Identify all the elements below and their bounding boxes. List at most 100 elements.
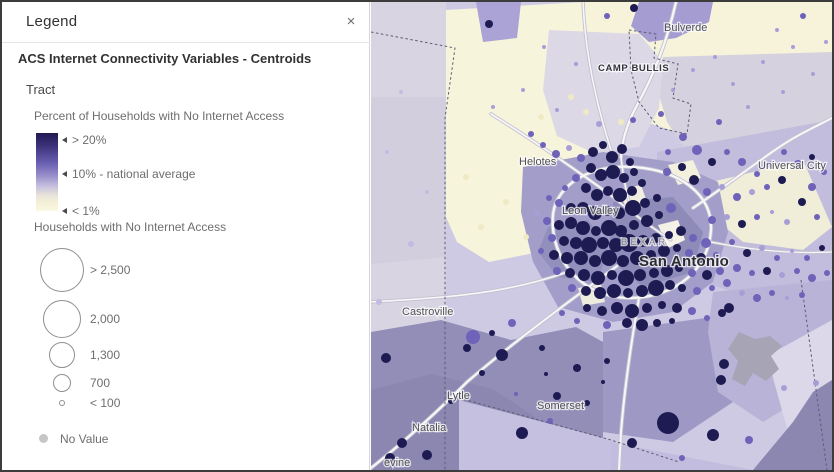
centroid-dot[interactable] (617, 255, 629, 267)
centroid-dot[interactable] (425, 190, 429, 194)
centroid-dot[interactable] (749, 270, 755, 276)
centroid-dot[interactable] (591, 271, 605, 285)
centroid-dot[interactable] (508, 319, 516, 327)
centroid-dot[interactable] (623, 288, 633, 298)
centroid-dot[interactable] (597, 237, 609, 249)
centroid-dot[interactable] (689, 234, 697, 242)
centroid-dot[interactable] (781, 90, 785, 94)
centroid-dot[interactable] (626, 158, 634, 166)
centroid-dot[interactable] (478, 224, 484, 230)
centroid-dot[interactable] (581, 237, 597, 253)
centroid-dot[interactable] (554, 220, 564, 230)
map-canvas[interactable]: Bulverde CAMP BULLIS Helotes Universal City… (371, 2, 832, 470)
centroid-dot[interactable] (745, 436, 753, 444)
centroid-dot[interactable] (794, 268, 800, 274)
centroid-dot[interactable] (707, 429, 719, 441)
centroid-dot[interactable] (724, 214, 730, 220)
centroid-dot[interactable] (746, 105, 750, 109)
centroid-dot[interactable] (568, 284, 576, 292)
centroid-dot[interactable] (576, 221, 590, 235)
centroid-dot[interactable] (665, 280, 675, 290)
centroid-dot[interactable] (538, 248, 544, 254)
centroid-dot[interactable] (739, 290, 745, 296)
centroid-dot[interactable] (574, 62, 578, 66)
centroid-dot[interactable] (764, 184, 770, 190)
centroid-dot[interactable] (811, 72, 815, 76)
centroid-dot[interactable] (573, 364, 581, 372)
centroid-dot[interactable] (738, 220, 746, 228)
centroid-dot[interactable] (625, 200, 641, 216)
centroid-dot[interactable] (636, 319, 648, 331)
centroid-dot[interactable] (655, 211, 663, 219)
centroid-dot[interactable] (627, 438, 637, 448)
centroid-dot[interactable] (630, 117, 636, 123)
centroid-dot[interactable] (719, 184, 725, 190)
centroid-dot[interactable] (663, 168, 671, 176)
centroid-dot[interactable] (599, 141, 607, 149)
centroid-dot[interactable] (671, 88, 675, 92)
centroid-dot[interactable] (523, 234, 529, 240)
centroid-dot[interactable] (743, 249, 751, 257)
centroid-dot[interactable] (553, 267, 561, 275)
centroid-dot[interactable] (824, 40, 828, 44)
centroid-dot[interactable] (657, 412, 679, 434)
centroid-dot[interactable] (596, 121, 602, 127)
centroid-dot[interactable] (688, 307, 696, 315)
centroid-dot[interactable] (591, 189, 603, 201)
centroid-dot[interactable] (559, 310, 565, 316)
centroid-dot[interactable] (496, 349, 508, 361)
centroid-dot[interactable] (679, 455, 685, 461)
centroid-dot[interactable] (597, 306, 607, 316)
centroid-dot[interactable] (603, 321, 611, 329)
centroid-dot[interactable] (565, 268, 575, 278)
centroid-dot[interactable] (561, 252, 573, 264)
centroid-dot[interactable] (613, 188, 627, 202)
centroid-dot[interactable] (678, 163, 686, 171)
centroid-dot[interactable] (555, 108, 559, 112)
centroid-dot[interactable] (799, 292, 805, 298)
centroid-dot[interactable] (574, 318, 580, 324)
centroid-dot[interactable] (607, 284, 621, 298)
centroid-dot[interactable] (595, 169, 607, 181)
centroid-dot[interactable] (577, 154, 585, 162)
centroid-dot[interactable] (381, 353, 391, 363)
centroid-dot[interactable] (618, 119, 624, 125)
centroid-dot[interactable] (544, 372, 548, 376)
centroid-dot[interactable] (589, 255, 601, 267)
centroid-dot[interactable] (733, 193, 741, 201)
centroid-dot[interactable] (704, 315, 710, 321)
centroid-dot[interactable] (604, 13, 610, 19)
centroid-dot[interactable] (543, 217, 551, 225)
centroid-dot[interactable] (604, 358, 610, 364)
centroid-dot[interactable] (489, 330, 495, 336)
centroid-dot[interactable] (581, 286, 591, 296)
centroid-dot[interactable] (648, 280, 664, 296)
close-icon[interactable]: × (340, 11, 362, 33)
centroid-dot[interactable] (708, 158, 716, 166)
centroid-dot[interactable] (678, 284, 686, 292)
centroid-dot[interactable] (601, 220, 617, 236)
centroid-dot[interactable] (808, 274, 816, 282)
map-svg[interactable]: Bulverde CAMP BULLIS Helotes Universal City… (371, 2, 832, 470)
centroid-dot[interactable] (653, 194, 661, 202)
centroid-dot[interactable] (553, 392, 561, 400)
centroid-dot[interactable] (514, 392, 518, 396)
centroid-dot[interactable] (606, 151, 618, 163)
centroid-dot[interactable] (606, 165, 620, 179)
centroid-dot[interactable] (583, 109, 589, 115)
centroid-dot[interactable] (769, 290, 775, 296)
centroid-dot[interactable] (422, 450, 432, 460)
centroid-dot[interactable] (719, 359, 729, 369)
centroid-dot[interactable] (584, 400, 590, 406)
centroid-dot[interactable] (549, 250, 559, 260)
centroid-dot[interactable] (770, 210, 774, 214)
centroid-dot[interactable] (466, 330, 480, 344)
centroid-dot[interactable] (611, 302, 623, 314)
centroid-dot[interactable] (779, 272, 785, 278)
centroid-dot[interactable] (640, 198, 650, 208)
centroid-dot[interactable] (376, 299, 382, 305)
centroid-dot[interactable] (594, 287, 606, 299)
centroid-dot[interactable] (701, 238, 711, 248)
centroid-dot[interactable] (463, 174, 469, 180)
centroid-dot[interactable] (534, 210, 540, 216)
